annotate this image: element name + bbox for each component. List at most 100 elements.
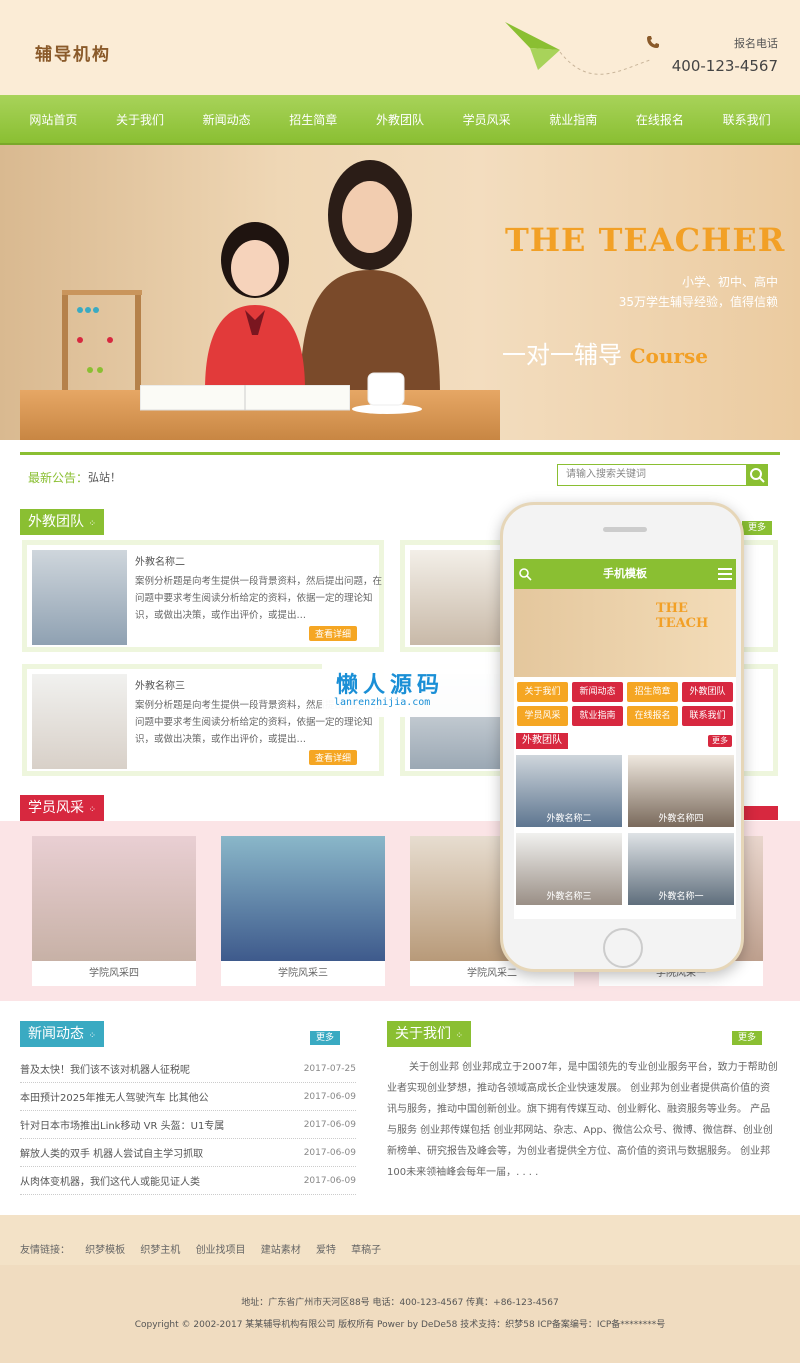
friend-links-label: 友情链接： [20,1245,70,1256]
menu-icon[interactable] [718,568,732,580]
header: 辅导机构 报名电话 400-123-4567 [0,0,800,95]
nav-contact[interactable]: 联系我们 [723,111,771,128]
news-item[interactable]: 解放人类的双手 机器人尝试自主学习抓取 2017-06-09 [20,1139,356,1167]
dots-icon: ⁘ [455,1031,463,1041]
coffee-cup-image [352,372,422,414]
dots-icon: ⁘ [88,519,96,529]
mobile-menu-item[interactable]: 学员风采 [517,706,568,726]
mobile-menu-item[interactable]: 关于我们 [517,682,568,702]
mobile-photo[interactable]: 外教名称二 [516,755,622,827]
teachers-title-text: 外教团队 [28,514,84,530]
nav-career[interactable]: 就业指南 [549,111,597,128]
mobile-photo[interactable]: 外教名称一 [628,833,734,905]
mobile-preview: 手机模板 THE TEACH 关于我们 新闻动态 招生简章 外教团队 学员风采 … [500,502,744,972]
teachers-more-button[interactable]: 更多 [742,521,773,535]
notice-text[interactable]: 弘站！ [88,469,121,485]
mobile-menu-item[interactable]: 在线报名 [627,706,678,726]
notice-label: 最新公告： [28,471,89,485]
nav-students[interactable]: 学员风采 [463,111,511,128]
friend-link[interactable]: 爱特 [316,1245,336,1256]
news-more-button[interactable]: 更多 [310,1031,341,1045]
notice-bar: 最新公告： 弘站！ 请输入搜索关键词 [20,452,780,492]
mobile-menu-item[interactable]: 就业指南 [572,706,623,726]
nav-news[interactable]: 新闻动态 [203,111,251,128]
news-item[interactable]: 针对日本市场推出Link移动 VR 头盔：U1专属 2017-06-09 [20,1111,356,1139]
nav-about[interactable]: 关于我们 [116,111,164,128]
friend-link[interactable]: 建站素材 [261,1245,301,1256]
about-title-text: 关于我们 [395,1026,451,1042]
about-text: 关于创业邦 创业邦成立于2007年，是中国领先的专业创业服务平台，致力于帮助创业… [387,1062,778,1178]
news-date: 2017-07-25 [303,1063,356,1074]
news-date: 2017-06-09 [303,1119,356,1130]
news-title[interactable]: 普及太快！我们该不该对机器人征税呢 [20,1061,190,1076]
mobile-section-header: 外教团队 更多 [514,733,736,749]
mobile-photo-caption: 外教名称三 [546,892,592,902]
mobile-header: 手机模板 [514,559,736,589]
site-logo[interactable]: 辅导机构 [35,40,111,65]
footer-address: 地址：广东省广州市天河区88号 电话：400-123-4567 传真：+86-1… [241,1298,559,1308]
mobile-menu-item[interactable]: 联系我们 [682,706,733,726]
about-more-button[interactable]: 更多 [732,1031,763,1045]
teacher-name: 外教名称三 [135,681,185,692]
news-item[interactable]: 从肉体变机器，我们这代人或能见证人类 2017-06-09 [20,1167,356,1195]
banner-slogan-en: Course [629,344,708,368]
mobile-title: 手机模板 [603,567,647,580]
news-date: 2017-06-09 [303,1091,356,1102]
students-more-button[interactable] [742,806,778,820]
mobile-photo-caption: 外教名称四 [658,814,704,824]
teachers-section-title: 外教团队 ⁘ [20,509,104,535]
book-image [140,385,350,411]
banner-slogan-cn: 一对一辅导 [502,341,622,369]
news-item[interactable]: 普及太快！我们该不该对机器人征税呢 2017-07-25 [20,1055,356,1083]
student-photo-card[interactable]: 学院风采三 [221,836,385,986]
teacher-photo [32,550,127,645]
mobile-photo[interactable]: 外教名称三 [516,833,622,905]
nav-home[interactable]: 网站首页 [29,111,77,128]
hero-banner: THE TEACHER 小学、初中、高中 35万学生辅导经验，值得信赖 一对一辅… [0,145,800,440]
mobile-photo[interactable]: 外教名称四 [628,755,734,827]
paper-plane-icon [505,22,651,75]
friend-link[interactable]: 织梦主机 [140,1245,180,1256]
search-input[interactable]: 请输入搜索关键词 [557,464,747,486]
teacher-detail-button[interactable]: 查看详细 [308,750,357,765]
news-title[interactable]: 解放人类的双手 机器人尝试自主学习抓取 [20,1145,203,1160]
friend-link[interactable]: 织梦模板 [85,1245,125,1256]
phone-home-button [603,928,643,968]
friend-link[interactable]: 草稿子 [351,1245,381,1256]
student-caption: 学院风采三 [278,968,328,979]
main-nav: 网站首页 关于我们 新闻动态 招生简章 外教团队 学员风采 就业指南 在线报名 … [0,95,800,145]
banner-line-2: 35万学生辅导经验，值得信赖 [618,295,778,309]
news-title[interactable]: 从肉体变机器，我们这代人或能见证人类 [20,1173,200,1188]
watermark-en: lanrenzhijia.com [334,697,431,708]
search-button[interactable] [746,464,768,486]
mobile-menu: 关于我们 新闻动态 招生简章 外教团队 学员风采 就业指南 在线报名 联系我们 [514,677,736,731]
teacher-card[interactable]: 外教名称二 案例分析题是向考生提供一段背景资料，然后提出问题，在问题中要求考生阅… [22,540,384,652]
mobile-menu-item[interactable]: 招生简章 [627,682,678,702]
nav-teachers[interactable]: 外教团队 [376,111,424,128]
news-title[interactable]: 针对日本市场推出Link移动 VR 头盔：U1专属 [20,1117,224,1132]
student-photo [205,222,305,390]
student-photo [32,836,196,961]
news-list: 普及太快！我们该不该对机器人征税呢 2017-07-25 本田预计2025年推无人… [20,1055,356,1195]
mobile-screen: 手机模板 THE TEACH 关于我们 新闻动态 招生简章 外教团队 学员风采 … [514,559,736,919]
students-section-title: 学员风采 ⁘ [20,795,104,821]
student-photo-card[interactable]: 学院风采四 [32,836,196,986]
mobile-menu-item[interactable]: 外教团队 [682,682,733,702]
friend-links: 友情链接： 织梦模板 织梦主机 创业找项目 建站素材 爱特 草稿子 [20,1241,393,1256]
teacher-name: 外教名称二 [135,557,185,568]
nav-signup[interactable]: 在线报名 [636,111,684,128]
news-title[interactable]: 本田预计2025年推无人驾驶汽车 比其他公 [20,1089,209,1104]
teacher-detail-button[interactable]: 查看详细 [308,626,357,641]
dots-icon: ⁘ [88,805,96,815]
nav-admission[interactable]: 招生简章 [289,111,337,128]
mobile-photo-caption: 外教名称二 [546,814,592,824]
mobile-menu-item[interactable]: 新闻动态 [572,682,623,702]
teacher-photo [410,550,505,645]
teacher-desc: 案例分析题是向考生提供一段背景资料，然后提出问题，在问题中要求考生阅读分析给定的… [135,576,383,621]
mobile-section-title: 外教团队 [516,733,568,749]
news-item[interactable]: 本田预计2025年推无人驾驶汽车 比其他公 2017-06-09 [20,1083,356,1111]
phone-number: 400-123-4567 [671,57,778,75]
friend-link[interactable]: 创业找项目 [196,1245,246,1256]
search-icon[interactable] [518,567,532,581]
mobile-more-button[interactable]: 更多 [708,735,732,747]
